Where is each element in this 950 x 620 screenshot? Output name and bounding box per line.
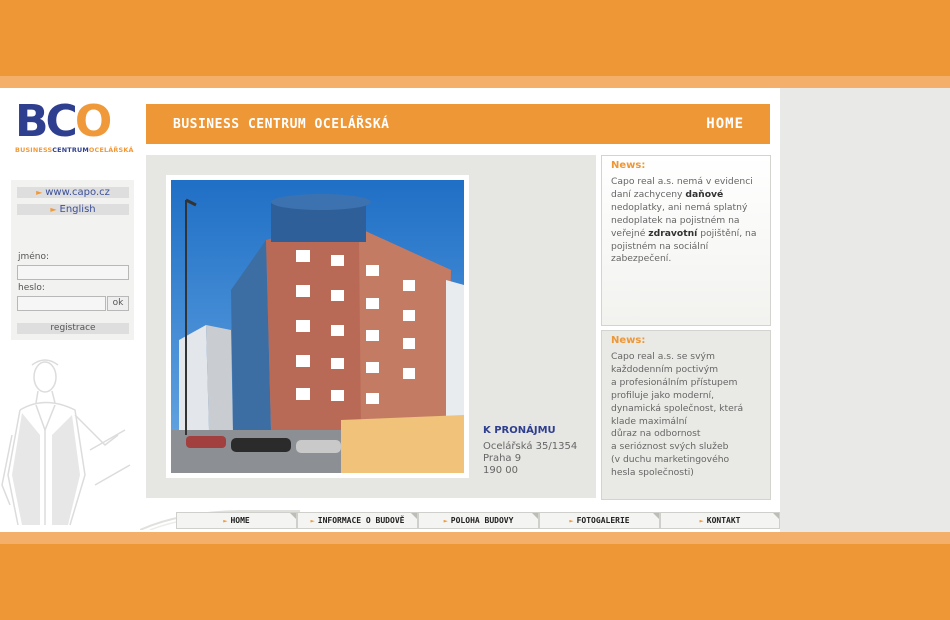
- corner-fold-icon: [773, 513, 779, 519]
- orange-arrow-icon: ►: [443, 517, 448, 525]
- logo-word-ocelarska: OCELÁŘSKÁ: [88, 146, 134, 154]
- address-street: Ocelářská 35/1354: [483, 441, 578, 452]
- nav-building-info[interactable]: ► INFORMACE O BUDOVĚ: [297, 512, 418, 529]
- ok-button[interactable]: ok: [107, 296, 129, 311]
- address-zip: 190 00: [483, 465, 518, 476]
- rent-title: K PRONÁJMU: [483, 425, 556, 436]
- header-home-link[interactable]: HOME: [706, 116, 744, 132]
- orange-arrow-icon: ►: [223, 517, 228, 525]
- orange-arrow-icon: ►: [310, 517, 315, 525]
- address-city: Praha 9: [483, 453, 522, 464]
- nav-home-label: HOME: [230, 516, 250, 525]
- bottom-light-stripe: [0, 532, 950, 544]
- logo-letter-b: B: [15, 96, 49, 147]
- username-input[interactable]: [17, 265, 129, 280]
- orange-arrow-icon: ►: [50, 205, 57, 214]
- link-capo[interactable]: ► www.capo.cz: [17, 187, 129, 198]
- news-body: Capo real a.s. nemá v evidenci daní zach…: [611, 176, 757, 265]
- nav-home[interactable]: ► HOME: [176, 512, 297, 529]
- news-title: News:: [611, 335, 646, 346]
- corner-fold-icon: [290, 513, 296, 519]
- news-box: News: Capo real a.s. se svým každodenním …: [601, 330, 771, 500]
- orange-arrow-icon: ►: [569, 517, 574, 525]
- username-label: jméno:: [18, 252, 50, 262]
- header-bar: BUSINESS CENTRUM OCELÁŘSKÁ HOME: [146, 104, 770, 144]
- nav-building-info-label: INFORMACE O BUDOVĚ: [317, 516, 405, 525]
- register-button[interactable]: registrace: [17, 323, 129, 334]
- nav-contact-label: KONTAKT: [706, 516, 741, 525]
- news-body: Capo real a.s. se svým každodenním poctiv…: [611, 351, 744, 479]
- orange-arrow-icon: ►: [36, 188, 43, 197]
- link-english[interactable]: ► English: [17, 204, 129, 215]
- password-input[interactable]: [17, 296, 106, 311]
- password-label: heslo:: [18, 283, 45, 293]
- news-title: News:: [611, 160, 646, 171]
- logo-letter-c: C: [45, 96, 78, 147]
- nav-gallery-label: FOTOGALERIE: [576, 516, 630, 525]
- link-english-label: English: [59, 204, 96, 215]
- corner-fold-icon: [411, 513, 417, 519]
- corner-fold-icon: [653, 513, 659, 519]
- right-gray-area: [780, 88, 950, 532]
- nav-location-label: POLOHA BUDOVY: [450, 516, 514, 525]
- man-silhouette-watermark: [1, 359, 131, 526]
- nav-location[interactable]: ► POLOHA BUDOVY: [418, 512, 539, 529]
- link-capo-label: www.capo.cz: [45, 187, 110, 198]
- building-photo: [171, 180, 464, 473]
- page-title: BUSINESS CENTRUM OCELÁŘSKÁ: [173, 117, 390, 132]
- bco-logo[interactable]: BCO BUSINESSCENTRUMOCELÁŘSKÁ: [15, 100, 133, 158]
- logo-letter-o: O: [74, 96, 112, 147]
- top-orange-band: [0, 0, 950, 76]
- news-box: News: Capo real a.s. nemá v evidenci dan…: [601, 155, 771, 326]
- nav-contact[interactable]: ► KONTAKT: [660, 512, 780, 529]
- top-light-stripe: [0, 76, 950, 88]
- logo-word-business: BUSINESS: [15, 146, 53, 154]
- corner-fold-icon: [532, 513, 538, 519]
- logo-word-centrum: CENTRUM: [52, 146, 89, 154]
- orange-arrow-icon: ►: [699, 517, 704, 525]
- bottom-orange-band: [0, 544, 950, 620]
- nav-gallery[interactable]: ► FOTOGALERIE: [539, 512, 660, 529]
